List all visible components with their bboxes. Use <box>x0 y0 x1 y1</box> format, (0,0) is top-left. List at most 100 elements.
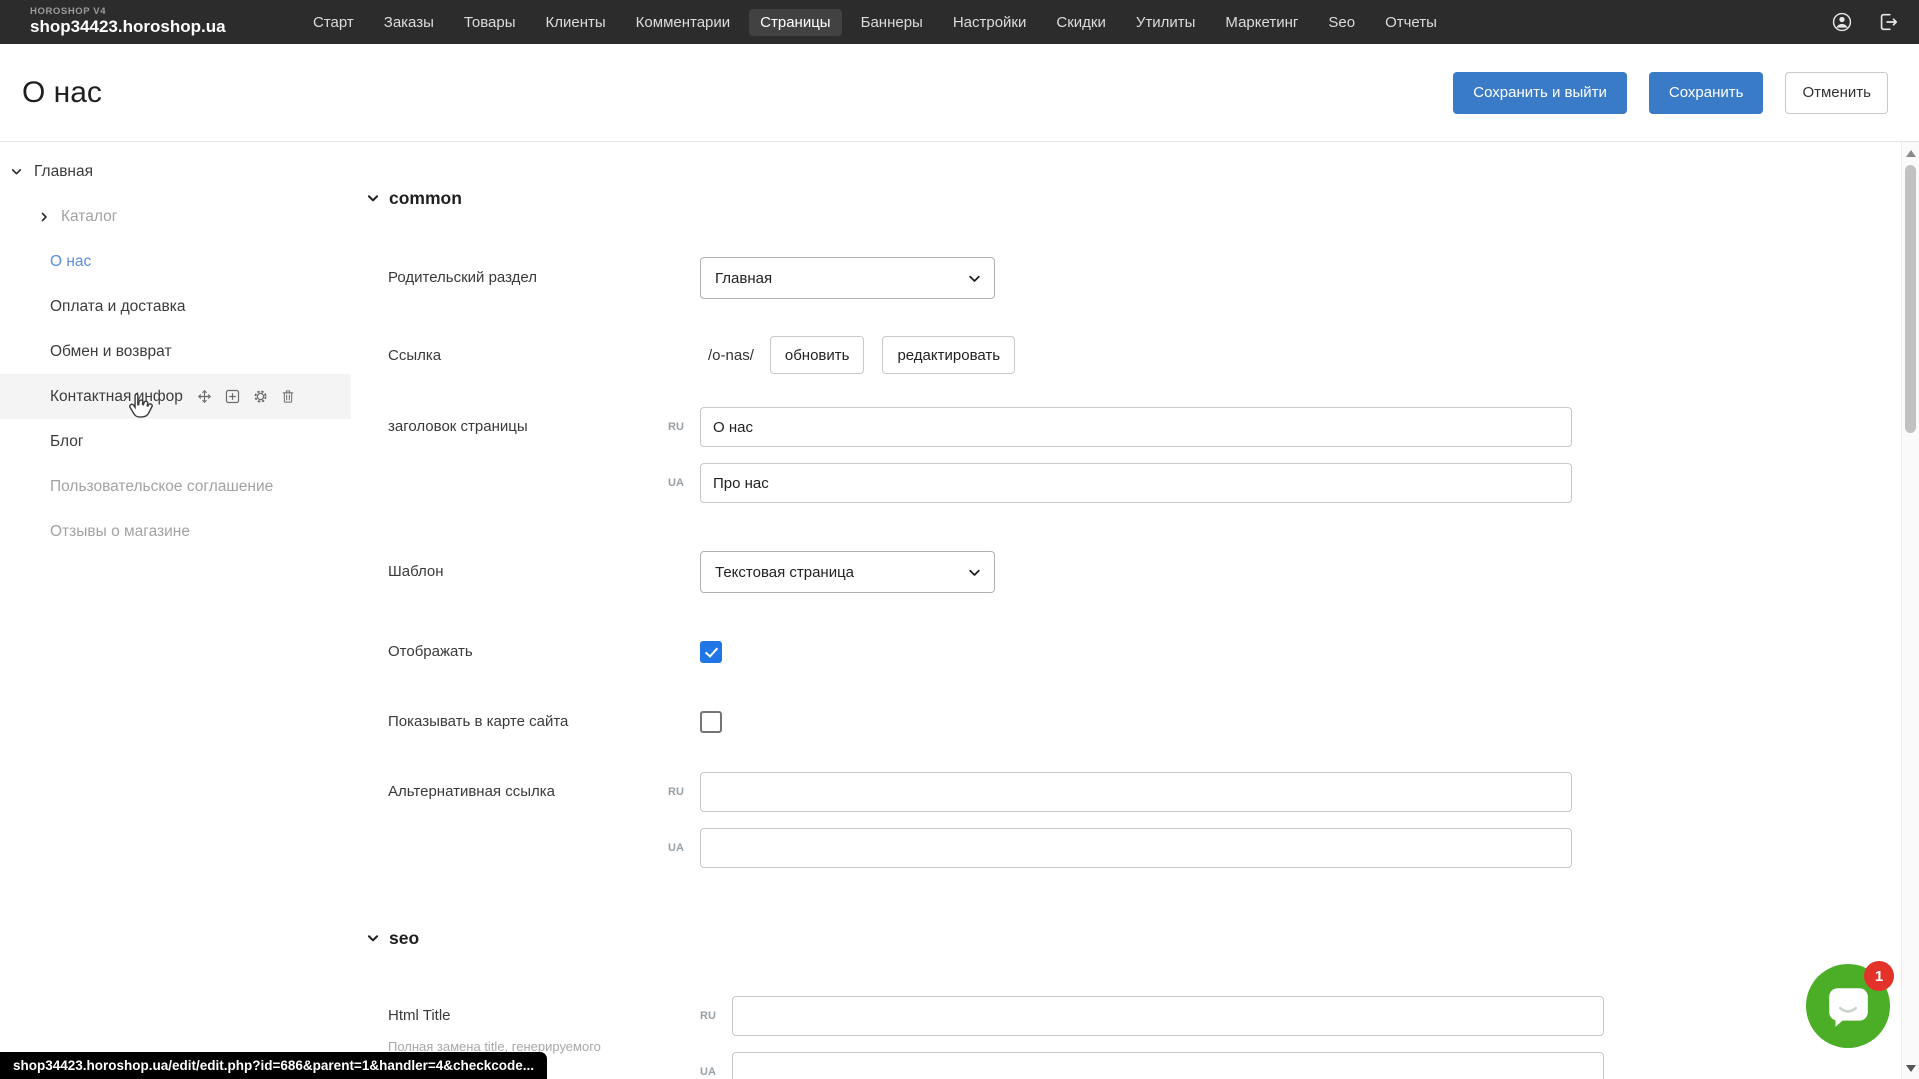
template-select[interactable]: Текстовая страница <box>700 551 995 593</box>
main-nav: Старт Заказы Товары Клиенты Комментарии … <box>302 9 1448 36</box>
nav-item-marketing[interactable]: Маркетинг <box>1214 9 1309 36</box>
nav-item-clients[interactable]: Клиенты <box>535 9 617 36</box>
lang-badge-ru: RU <box>700 996 732 1036</box>
row-link: Ссылка /o-nas/ обновить редактировать <box>388 336 1901 376</box>
chevron-down-icon[interactable] <box>10 165 23 178</box>
chat-unread-badge: 1 <box>1864 961 1894 991</box>
move-icon[interactable] <box>196 388 213 405</box>
tree-item-label: Обмен и возврат <box>50 343 172 361</box>
lang-badge-ua: UA <box>668 463 700 503</box>
tree-item-label: О нас <box>50 253 91 271</box>
logo-domain: shop34423.horoshop.ua <box>30 18 262 37</box>
chevron-down-icon <box>366 191 380 205</box>
tree-item-label: Оплата и доставка <box>50 298 186 316</box>
tree-item-glavnaya[interactable]: Главная <box>0 149 351 194</box>
link-update-button[interactable]: обновить <box>770 336 865 374</box>
html-title-label: Html Title <box>388 1006 700 1026</box>
gear-icon[interactable] <box>252 388 269 405</box>
link-edit-button[interactable]: редактировать <box>882 336 1015 374</box>
nav-item-products[interactable]: Товары <box>453 9 527 36</box>
page-header: О нас Сохранить и выйти Сохранить Отмени… <box>0 44 1919 142</box>
lang-badge-ru: RU <box>668 772 700 812</box>
chevron-down-icon <box>967 271 982 286</box>
parent-section-select[interactable]: Главная <box>700 257 995 299</box>
nav-item-discounts[interactable]: Скидки <box>1045 9 1116 36</box>
account-icon[interactable] <box>1831 11 1853 33</box>
template-label: Шаблон <box>388 551 700 593</box>
nav-right-icons <box>1831 11 1899 33</box>
nav-item-utilities[interactable]: Утилиты <box>1125 9 1207 36</box>
sitemap-checkbox[interactable] <box>700 711 722 733</box>
tree-item-kontaktnaya[interactable]: Контактная инфор <box>0 374 351 419</box>
save-and-exit-button[interactable]: Сохранить и выйти <box>1453 72 1627 114</box>
section-seo-label: seo <box>389 928 419 949</box>
nav-item-start[interactable]: Старт <box>302 9 365 36</box>
logo[interactable]: HOROSHOP V4 shop34423.horoshop.ua <box>30 7 262 37</box>
scrollbar-thumb[interactable] <box>1905 165 1916 433</box>
cancel-button[interactable]: Отменить <box>1785 72 1888 114</box>
chat-bubble-icon <box>1824 982 1872 1030</box>
tree-item-blog[interactable]: Блог <box>0 419 351 464</box>
trash-icon[interactable] <box>280 388 296 405</box>
scroll-up-arrow-icon[interactable] <box>1906 150 1916 157</box>
display-label: Отображать <box>388 641 700 663</box>
tree-item-otzyvy[interactable]: Отзывы о магазине <box>0 509 351 554</box>
tree-item-actions <box>196 388 296 405</box>
nav-item-reports[interactable]: Отчеты <box>1374 9 1448 36</box>
alt-link-label: Альтернативная ссылка <box>388 772 668 868</box>
section-seo-header[interactable]: seo <box>366 924 1901 952</box>
link-path-value: /o-nas/ <box>708 336 754 376</box>
page-title-field-label: заголовок страницы <box>388 407 668 503</box>
vertical-scrollbar[interactable] <box>1901 142 1919 1079</box>
link-label: Ссылка <box>388 336 700 376</box>
page-title-ua-input[interactable] <box>700 463 1572 503</box>
tree-item-katalog[interactable]: Каталог <box>0 194 351 239</box>
lang-badge-ua: UA <box>700 1052 732 1079</box>
template-value: Текстовая страница <box>715 564 854 581</box>
nav-item-settings[interactable]: Настройки <box>942 9 1038 36</box>
page-title: О нас <box>22 76 102 110</box>
row-sitemap: Показывать в карте сайта <box>388 711 1901 733</box>
chevron-down-icon <box>967 565 982 580</box>
chat-widget-button[interactable]: 1 <box>1806 964 1890 1048</box>
nav-item-seo[interactable]: Seo <box>1317 9 1366 36</box>
logo-version: HOROSHOP V4 <box>30 7 262 17</box>
tree-item-o-nas[interactable]: О нас <box>0 239 351 284</box>
row-alt-link: Альтернативная ссылка RU UA <box>388 772 1901 868</box>
tree-item-label: Пользовательское соглашение <box>50 478 273 496</box>
logout-icon[interactable] <box>1877 11 1899 33</box>
save-button[interactable]: Сохранить <box>1649 72 1764 114</box>
html-title-ua-input[interactable] <box>732 1052 1604 1079</box>
nav-item-orders[interactable]: Заказы <box>373 9 445 36</box>
top-navbar: HOROSHOP V4 shop34423.horoshop.ua Старт … <box>0 0 1919 44</box>
display-checkbox[interactable] <box>700 641 722 663</box>
section-common-header[interactable]: common <box>366 184 1901 212</box>
alt-link-ua-input[interactable] <box>700 828 1572 868</box>
tree-item-label: Каталог <box>61 208 117 226</box>
row-html-title: Html Title Полная замена title, генериру… <box>388 996 1901 1079</box>
tree-item-obmen[interactable]: Обмен и возврат <box>0 329 351 374</box>
page-edit-form: common Родительский раздел Главная Ссылк… <box>352 142 1901 1079</box>
tree-item-label: Главная <box>34 163 93 181</box>
chevron-down-icon <box>366 931 380 945</box>
row-template: Шаблон Текстовая страница <box>388 551 1901 593</box>
parent-section-value: Главная <box>715 270 772 287</box>
lang-badge-ua: UA <box>668 828 700 868</box>
sitemap-label: Показывать в карте сайта <box>388 711 700 733</box>
tree-item-oplata[interactable]: Оплата и доставка <box>0 284 351 329</box>
tree-item-polzovatelskoe[interactable]: Пользовательское соглашение <box>0 464 351 509</box>
html-title-ru-input[interactable] <box>732 996 1604 1036</box>
alt-link-ru-input[interactable] <box>700 772 1572 812</box>
add-page-icon[interactable] <box>224 388 241 405</box>
row-page-title: заголовок страницы RU UA <box>388 407 1901 503</box>
lang-badge-ru: RU <box>668 407 700 447</box>
nav-item-pages[interactable]: Страницы <box>749 9 841 36</box>
nav-item-banners[interactable]: Баннеры <box>850 9 934 36</box>
scroll-down-arrow-icon[interactable] <box>1906 1065 1916 1072</box>
row-parent-section: Родительский раздел Главная <box>388 257 1901 299</box>
header-buttons: Сохранить и выйти Сохранить Отменить <box>1453 72 1888 114</box>
nav-item-comments[interactable]: Комментарии <box>625 9 741 36</box>
page-title-ru-input[interactable] <box>700 407 1572 447</box>
chevron-right-icon[interactable] <box>38 211 50 223</box>
tree-item-label: Контактная инфор <box>50 388 183 406</box>
